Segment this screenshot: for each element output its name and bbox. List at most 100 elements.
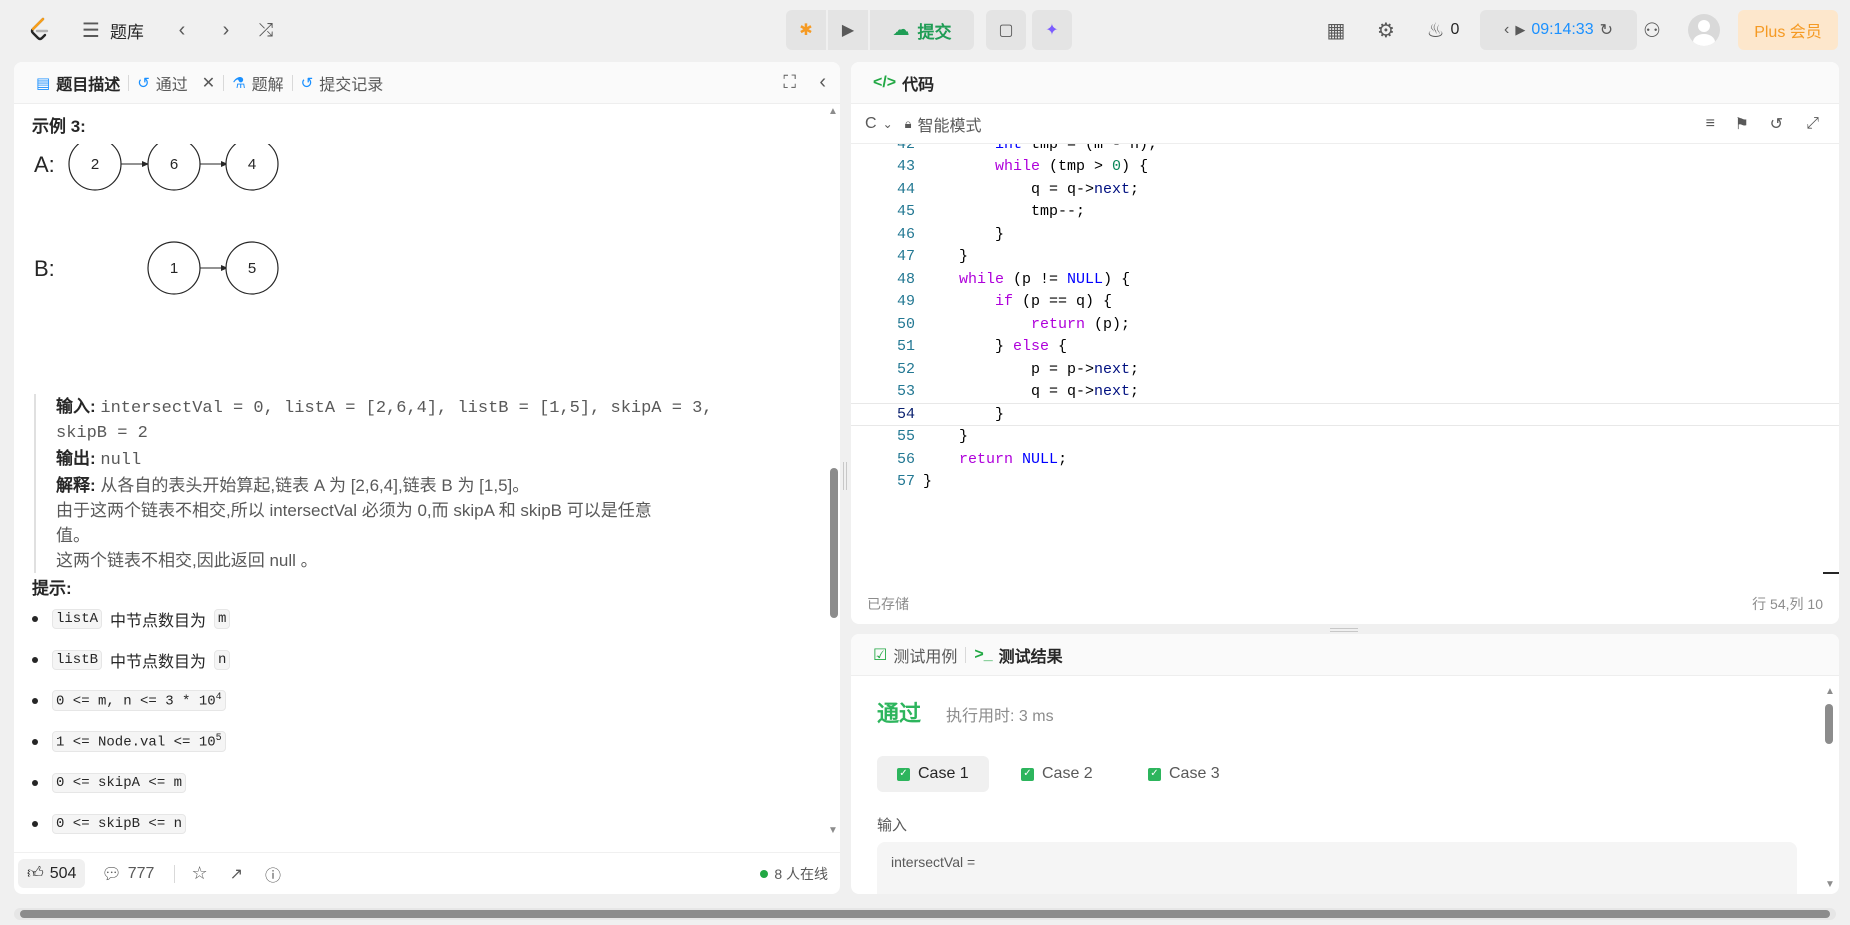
code-line: 48 while (p != NULL) { xyxy=(851,268,1839,291)
scrollbar-thumb[interactable] xyxy=(830,468,838,618)
debug-button[interactable]: ✱ xyxy=(786,10,826,50)
line-number: 57 xyxy=(896,473,915,491)
code-line: 43 while (tmp > 0) { xyxy=(851,156,1839,179)
smart-mode-label: 智能模式 xyxy=(917,117,982,135)
streak-count: 0 xyxy=(1450,21,1460,38)
expand-icon[interactable]: ⤢ xyxy=(1806,115,1819,133)
input-value: intersectVal = 0, listA = [2,6,4], listB… xyxy=(100,399,713,418)
problem-bank-link[interactable]: ☰ 题库 xyxy=(82,16,144,44)
close-icon[interactable]: ✕ xyxy=(202,73,215,93)
tab-description[interactable]: ▤ 题目描述 xyxy=(28,62,128,104)
chevron-left-icon[interactable]: ‹ xyxy=(1504,21,1509,39)
smart-mode-toggle[interactable]: 🔒︎ 智能模式 xyxy=(905,112,982,136)
comments-button[interactable]: 💬︎ 777 xyxy=(101,864,154,884)
code-line-text: while (tmp > 0) { xyxy=(995,158,1149,176)
tab-solutions[interactable]: ⚗ 题解 xyxy=(224,62,291,104)
submit-button[interactable]: ☁ 提交 xyxy=(870,10,974,50)
scroll-down-icon[interactable]: ▼ xyxy=(1825,879,1835,890)
prev-problem-button[interactable]: ‹ xyxy=(166,14,198,46)
scroll-up-icon[interactable]: ▲ xyxy=(1825,686,1835,697)
code-line-text: return (p); xyxy=(1031,315,1131,333)
list-item: 0 <= skipB <= n xyxy=(32,803,230,844)
problem-scrollbar[interactable]: ▲ ▼ xyxy=(826,106,840,836)
reset-code-icon[interactable]: ↺ xyxy=(1770,114,1783,134)
next-problem-button[interactable]: › xyxy=(210,14,242,46)
add-friend-button[interactable]: ⚇ xyxy=(1636,14,1668,46)
list-item: 0 <= skipA <= m xyxy=(32,762,230,803)
plus-membership-button[interactable]: Plus 会员 xyxy=(1738,10,1838,50)
layout-icon: ▦ xyxy=(1326,19,1346,42)
code-icon: </> xyxy=(873,73,897,91)
editor-statusbar: 已存储 行 54,列 10 xyxy=(851,584,1839,624)
share-icon[interactable]: ↗ xyxy=(230,864,243,884)
vertical-resize-handle[interactable] xyxy=(1330,628,1358,632)
code-line: 45 tmp--; xyxy=(851,201,1839,224)
hint-code: 1 <= Node.val <= 105 xyxy=(52,730,226,753)
case-tab-2[interactable]: ✓ Case 2 xyxy=(1001,756,1113,792)
comment-icon: 💬︎ xyxy=(101,865,122,883)
bookmark-icon[interactable]: ⚑ xyxy=(1735,114,1749,134)
case-tab-3[interactable]: ✓ Case 3 xyxy=(1128,756,1240,792)
layout-button[interactable]: ▦ xyxy=(1320,14,1352,46)
leetcode-logo[interactable] xyxy=(26,14,54,46)
notes-button[interactable]: ▢ xyxy=(986,10,1026,50)
scroll-up-icon[interactable]: ▲ xyxy=(828,106,838,117)
format-icon[interactable]: ≡ xyxy=(1706,115,1715,133)
tab-label: 测试结果 xyxy=(998,648,1063,666)
settings-button[interactable]: ⚙ xyxy=(1370,14,1402,46)
explain-label: 解释: xyxy=(56,476,96,495)
submit-label: 提交 xyxy=(917,22,952,42)
test-scrollbar-thumb[interactable] xyxy=(1825,704,1833,744)
code-line-text: } else { xyxy=(923,338,1068,356)
list-item: 0 <= m, n <= 3 * 104 xyxy=(32,680,230,721)
like-button[interactable]: 👍︎ 504 xyxy=(18,859,86,888)
scroll-down-icon[interactable]: ▼ xyxy=(828,825,838,836)
scrollbar-thumb[interactable] xyxy=(20,910,1830,918)
language-select[interactable]: C ⌄ xyxy=(865,115,893,133)
test-result-body: 通过 执行用时: 3 ms ✓ Case 1 ✓ Case 2 ✓ Case 3… xyxy=(851,676,1839,894)
random-problem-button[interactable]: ⤮ xyxy=(250,14,282,46)
case-tab-1[interactable]: ✓ Case 1 xyxy=(877,756,989,792)
code-tabbar: </> 代码 xyxy=(851,62,1839,104)
collapse-icon[interactable]: ‹ xyxy=(819,71,826,94)
bullet xyxy=(32,738,38,745)
code-line-text: } xyxy=(923,248,969,266)
tab-testcases[interactable]: ☑ 测试用例 xyxy=(865,634,965,676)
help-icon[interactable]: ⓘ xyxy=(265,862,281,886)
avatar[interactable] xyxy=(1688,14,1720,46)
panel-resize-handle[interactable] xyxy=(843,462,847,490)
list-b-node-value: 1 xyxy=(170,260,178,277)
check-icon: ✓ xyxy=(1148,767,1161,781)
bullet xyxy=(32,656,38,663)
code-line: 50 return (p); xyxy=(851,313,1839,336)
code-line-text: q = q->next; xyxy=(923,383,1140,401)
fullscreen-icon[interactable]: ⛶ xyxy=(783,72,796,93)
test-tabbar: ☑ 测试用例 >_ 测试结果 xyxy=(851,634,1839,676)
tab-accepted[interactable]: ↺ 通过 ✕ xyxy=(129,62,223,104)
run-button[interactable]: ▶ xyxy=(828,10,868,50)
ai-assist-button[interactable]: ✦ xyxy=(1032,10,1072,50)
line-number: 44 xyxy=(896,180,915,198)
horizontal-scrollbar[interactable] xyxy=(14,908,1836,920)
hint-exponent: 5 xyxy=(215,732,222,744)
streak-counter[interactable]: ♨ 0 xyxy=(1418,14,1468,46)
code-line: 42 int tmp = (m - n); xyxy=(851,144,1839,156)
code-editor[interactable]: 42 int tmp = (m - n); 43 while (tmp > 0)… xyxy=(851,144,1839,584)
tab-test-result[interactable]: >_ 测试结果 xyxy=(966,634,1070,676)
current-code-line: 54 } xyxy=(851,403,1839,426)
online-indicator: 8 人在线 xyxy=(760,864,828,884)
line-number: 49 xyxy=(896,293,915,311)
hint-code: listB xyxy=(52,649,103,670)
tab-submissions[interactable]: ↺ 提交记录 xyxy=(293,62,392,104)
saved-status: 已存储 xyxy=(867,596,909,612)
hint-text: 中节点数目为 xyxy=(110,653,207,671)
case-label: Case 1 xyxy=(918,765,969,782)
reset-icon[interactable]: ↻ xyxy=(1600,20,1613,40)
play-icon[interactable]: ▶ xyxy=(1515,22,1525,38)
star-icon[interactable]: ☆ xyxy=(191,863,207,884)
hint-exponent: 4 xyxy=(215,691,222,703)
bullet xyxy=(32,779,38,786)
tab-code[interactable]: </> 代码 xyxy=(865,62,942,104)
problem-tabbar: ▤ 题目描述 ↺ 通过 ✕ ⚗ 题解 ↺ 提交记录 ⛶ ‹ xyxy=(14,62,840,104)
code-line-text: } xyxy=(923,405,1005,423)
